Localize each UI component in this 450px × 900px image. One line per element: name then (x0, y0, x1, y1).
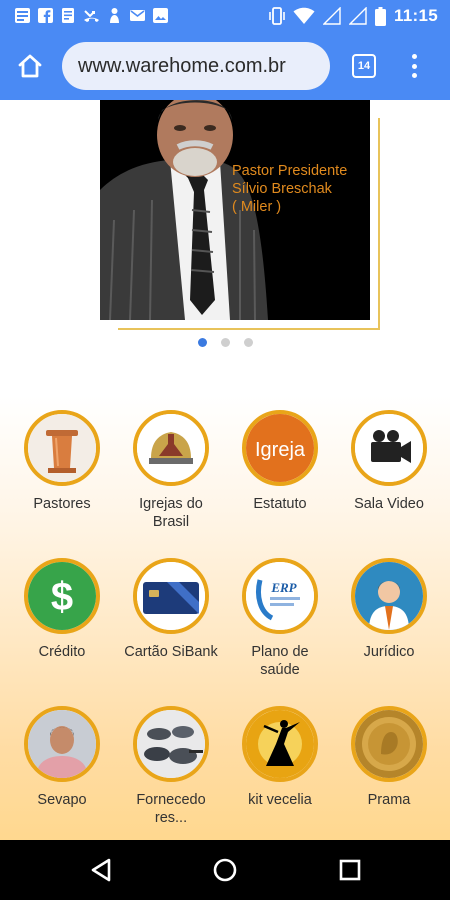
tile-icon-ring (133, 706, 209, 782)
church-emblem-icon (137, 414, 205, 482)
tile-label: Fornecedo res... (136, 792, 206, 826)
gold-coin-icon (355, 710, 423, 778)
recents-icon[interactable] (336, 856, 364, 884)
tile-juridico[interactable]: Jurídico (335, 558, 443, 661)
wifi-icon (293, 7, 315, 24)
tile-label: Plano de saúde (251, 644, 309, 678)
news-icon (15, 8, 30, 23)
tile-label: Crédito (38, 644, 86, 660)
cookware-icon (137, 710, 205, 778)
card-icon (137, 562, 205, 630)
tile-credito[interactable]: $ Crédito (8, 558, 116, 661)
tile-label: Estatuto (253, 496, 307, 512)
notification-icons (14, 7, 169, 24)
banner-line-2: Sílvio Breschak (232, 181, 332, 197)
tile-cartao-sibank[interactable]: Cartão SiBank (117, 558, 225, 661)
carousel-dot[interactable] (243, 338, 253, 347)
tile-sala-video[interactable]: Sala Video (335, 410, 443, 513)
tile-label: kit vecelia (248, 792, 312, 808)
health-plan-icon: ERP (246, 562, 314, 630)
tile-label: Cartão SiBank (124, 644, 218, 660)
dancer-icon (246, 710, 314, 778)
carousel-dots (0, 338, 450, 347)
facebook-icon (38, 8, 53, 23)
tile-icon-ring: Igreja (242, 410, 318, 486)
pulpit-icon (28, 414, 96, 482)
tab-count: 14 (357, 60, 371, 72)
missed-call-icon (84, 10, 99, 22)
igreja-logo-text: Igreja (255, 439, 306, 461)
signal-icon-2 (348, 7, 367, 25)
address-bar[interactable]: www.warehome.com.br (62, 42, 330, 90)
igreja-logo-icon: Igreja (246, 414, 314, 482)
home-nav-icon[interactable] (211, 856, 239, 884)
browser-toolbar: www.warehome.com.br 14 (0, 32, 450, 100)
health-plan-text: ERP (270, 580, 297, 595)
tile-prama[interactable]: Prama (335, 706, 443, 809)
vibrate-icon (269, 7, 285, 25)
tile-label: Sala Video (354, 496, 424, 512)
banner-slide[interactable]: Pastor Presidente Sílvio Breschak ( Mile… (100, 100, 370, 320)
tile-icon-ring (351, 410, 427, 486)
lawyer-icon (355, 562, 423, 630)
tile-icon-ring (24, 706, 100, 782)
tile-icon-ring: ERP (242, 558, 318, 634)
document-icon (62, 8, 74, 23)
tile-icon-ring (24, 410, 100, 486)
tile-igrejas-do-brasil[interactable]: Igrejas do Brasil (117, 410, 225, 531)
tile-pastores[interactable]: Pastores (8, 410, 116, 513)
banner-line-1: Pastor Presidente (232, 163, 348, 179)
tile-icon-ring (133, 558, 209, 634)
home-icon[interactable] (14, 50, 46, 82)
tile-kit-vecelia[interactable]: kit vecelia (226, 706, 334, 809)
tile-icon-ring (351, 706, 427, 782)
tile-sevapo[interactable]: Sevapo (8, 706, 116, 809)
tile-icon-ring (242, 706, 318, 782)
mail-icon (130, 10, 145, 21)
overflow-menu-icon[interactable] (404, 52, 424, 80)
tile-icon-ring: $ (24, 558, 100, 634)
tile-label: Prama (367, 792, 411, 808)
signal-icon-1 (322, 7, 341, 25)
image-icon (153, 8, 168, 23)
status-bar: 11:15 (0, 0, 450, 32)
figure-icon (110, 8, 119, 23)
tile-icon-ring (133, 410, 209, 486)
banner-carousel[interactable]: Pastor Presidente Sílvio Breschak ( Mile… (100, 100, 382, 332)
tile-label: Jurídico (363, 644, 415, 660)
tile-label: Sevapo (37, 792, 87, 808)
url-text[interactable]: www.warehome.com.br (78, 55, 286, 78)
person-photo-icon (28, 710, 96, 778)
banner-line-3: ( Miler ) (232, 199, 282, 215)
clock: 11:15 (393, 6, 438, 25)
carousel-dot[interactable] (220, 338, 230, 347)
tile-fornecedores[interactable]: Fornecedo res... (117, 706, 225, 827)
tile-estatuto[interactable]: Igreja Estatuto (226, 410, 334, 513)
video-camera-icon (355, 414, 423, 482)
tile-label: Pastores (33, 496, 91, 512)
svg-text:$: $ (51, 575, 73, 619)
tile-label: Igrejas do Brasil (139, 496, 203, 530)
system-nav-bar (0, 840, 450, 900)
dollar-icon: $ (28, 562, 96, 630)
tab-switcher-button[interactable]: 14 (352, 54, 376, 78)
battery-icon (374, 6, 386, 26)
carousel-dot[interactable] (197, 338, 207, 347)
back-icon[interactable] (87, 856, 115, 884)
tile-plano-de-saude[interactable]: ERP Plano de saúde (226, 558, 334, 679)
tile-icon-ring (351, 558, 427, 634)
banner-caption: Pastor Presidente Sílvio Breschak ( Mile… (232, 162, 347, 216)
page-content: Pastor Presidente Sílvio Breschak ( Mile… (0, 100, 450, 840)
